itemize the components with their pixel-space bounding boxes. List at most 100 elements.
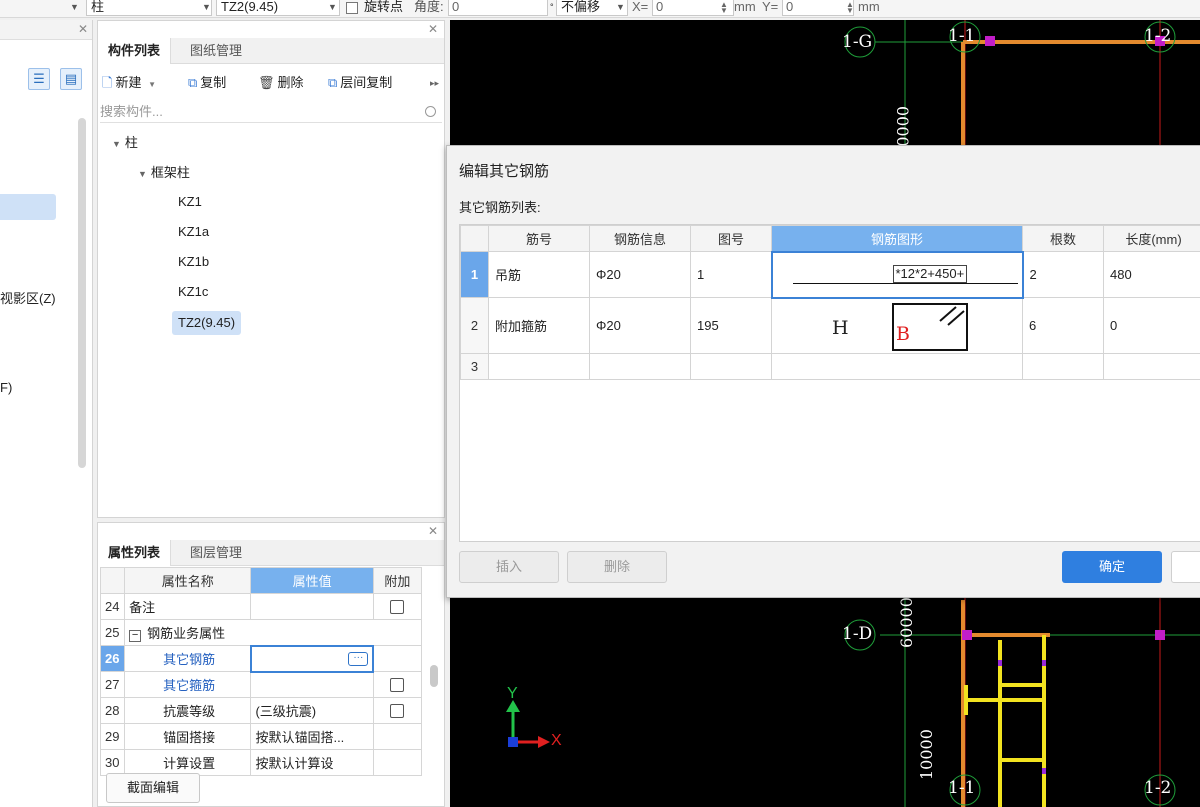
nav-item-label[interactable]: 视影区(Z) — [0, 288, 56, 307]
row-number: 25 — [99, 619, 126, 646]
row-number: 29 — [99, 723, 126, 750]
shape-formula-input[interactable]: *12*2+450+ — [892, 264, 968, 283]
ok-button[interactable]: 确定 — [1062, 551, 1162, 583]
tree-item-kz1[interactable]: KZ1 — [178, 190, 202, 214]
length-cell[interactable]: 480 — [1103, 251, 1200, 298]
bar-info-cell[interactable]: Φ20 — [589, 251, 691, 298]
cancel-button[interactable] — [1171, 551, 1200, 583]
chevron-down-icon[interactable]: ▼ — [138, 169, 147, 179]
y-unit: mm — [858, 0, 880, 14]
layer-copy-button[interactable]: ⧉ 层间复制 — [328, 73, 392, 93]
table-row[interactable]: 2 附加箍筋 Φ20 195 H B 6 0 — [460, 297, 1200, 354]
x-spinner-icon[interactable]: ▲ ▼ — [720, 1, 728, 15]
bar-info-cell[interactable] — [589, 353, 691, 380]
tab-drawing-management[interactable]: 图纸管理 — [180, 38, 252, 64]
extra-checkbox[interactable] — [390, 704, 405, 719]
bar-shape-cell[interactable]: H B — [771, 297, 1023, 354]
count-cell[interactable]: 6 — [1022, 297, 1104, 354]
degree-sign: ° — [550, 2, 554, 12]
chevron-down-icon[interactable]: ▼ — [202, 2, 211, 12]
chevron-down-icon[interactable]: ▼ — [70, 2, 79, 12]
angle-input[interactable]: 0 — [448, 0, 548, 16]
search-icon[interactable] — [425, 106, 436, 117]
tab-component-list[interactable]: 构件列表 — [98, 38, 172, 64]
property-name: 其它箍筋 — [124, 671, 252, 698]
bar-shape-cell[interactable]: *12*2+450+ — [770, 250, 1024, 299]
bar-no-cell[interactable]: 附加箍筋 — [488, 297, 590, 354]
column-marker — [1155, 630, 1165, 640]
chevron-down-icon[interactable]: ▼ — [616, 2, 625, 12]
close-icon[interactable]: ✕ — [428, 524, 438, 538]
table-row[interactable]: 25 − 钢筋业务属性 — [99, 619, 422, 646]
tree-item-kz1a[interactable]: KZ1a — [178, 220, 209, 244]
collapse-icon[interactable]: − — [129, 629, 142, 642]
list-view-icon[interactable]: ☰ — [28, 68, 50, 90]
chevron-down-icon[interactable]: ▼ — [112, 139, 121, 149]
more-arrow-icon[interactable]: ▸▸ — [430, 73, 439, 93]
vertical-scrollbar[interactable] — [78, 118, 86, 468]
tree-root-column[interactable]: ▼ 柱 — [112, 131, 138, 156]
chevron-down-icon[interactable]: ▼ — [328, 2, 337, 12]
count-cell[interactable] — [1022, 353, 1104, 380]
component-select[interactable]: TZ2(9.45) — [216, 0, 340, 16]
type-select[interactable]: 柱 — [86, 0, 212, 16]
property-value[interactable]: (三级抗震) — [250, 697, 374, 724]
tree-item-kz1c[interactable]: KZ1c — [178, 280, 208, 304]
property-value[interactable]: 按默认计算设 — [250, 749, 374, 776]
close-icon[interactable]: ✕ — [78, 22, 88, 36]
table-row[interactable]: 30 计算设置 按默认计算设 — [99, 749, 423, 776]
bar-no-cell[interactable] — [488, 353, 590, 380]
nav-item-label[interactable]: F) — [0, 380, 12, 395]
close-icon[interactable]: ✕ — [428, 22, 438, 36]
property-value[interactable] — [250, 671, 374, 698]
length-cell[interactable] — [1103, 353, 1200, 380]
selected-nav-item[interactable] — [0, 194, 56, 220]
table-row[interactable]: 26 其它钢筋 ··· — [99, 644, 423, 673]
copy-button[interactable]: ⧉ 复制 — [188, 73, 226, 93]
col-header-bar-shape: 钢筋图形 — [771, 225, 1023, 252]
figure-no-cell[interactable]: 195 — [690, 297, 772, 354]
navigation-panel: ✕ ☰ ▤ 视影区(Z) F) — [0, 20, 93, 807]
property-value[interactable]: 按默认锚固搭... — [250, 723, 374, 750]
section-edit-button[interactable]: 截面编辑 — [106, 773, 200, 803]
tree-item-tz2[interactable]: TZ2(9.45) — [172, 311, 242, 335]
table-row[interactable]: 24 备注 — [99, 593, 423, 620]
rotate-point-checkbox[interactable] — [346, 2, 358, 14]
table-row[interactable]: 1 吊筋 Φ20 1 *12*2+450+ 2 480 — [460, 250, 1200, 299]
table-row[interactable]: 3 — [460, 353, 1200, 380]
table-row[interactable]: 28 抗震等级 (三级抗震) — [99, 697, 423, 724]
property-name-link[interactable]: 其它箍筋 — [163, 678, 215, 693]
row-number: 24 — [99, 593, 126, 620]
new-button[interactable]: 🗋 新建 ▼ — [102, 73, 156, 95]
extra-checkbox[interactable] — [390, 600, 405, 615]
property-scrollbar[interactable] — [430, 665, 438, 687]
length-cell[interactable]: 0 — [1103, 297, 1200, 354]
more-icon[interactable]: ··· — [348, 651, 369, 666]
tab-layer-management[interactable]: 图层管理 — [180, 540, 252, 566]
bar-no-cell[interactable]: 吊筋 — [488, 251, 590, 298]
y-spinner-icon[interactable]: ▲ ▼ — [846, 1, 854, 15]
tree-group-frame-column[interactable]: ▼ 框架柱 — [138, 161, 190, 186]
axis-label: 1-1 — [948, 26, 976, 46]
bar-shape-cell[interactable] — [771, 353, 1023, 380]
table-row[interactable]: 27 其它箍筋 — [99, 671, 423, 698]
count-cell[interactable]: 2 — [1022, 251, 1104, 298]
edit-other-rebar-dialog: 编辑其它钢筋 其它钢筋列表: 筋号 钢筋信息 图号 钢筋图形 根数 长度(mm)… — [446, 145, 1200, 598]
chevron-down-icon[interactable]: ▼ — [148, 80, 156, 89]
property-value-editing[interactable]: ··· — [249, 644, 375, 673]
table-row[interactable]: 29 锚固搭接 按默认锚固搭... — [99, 723, 423, 750]
delete-button[interactable]: 🗑 删除 — [258, 73, 304, 93]
property-name-link[interactable]: 其它钢筋 — [163, 652, 215, 667]
property-value[interactable] — [250, 593, 374, 620]
bar-info-cell[interactable]: Φ20 — [589, 297, 691, 354]
insert-button[interactable]: 插入 — [459, 551, 559, 583]
tree-item-kz1b[interactable]: KZ1b — [178, 250, 209, 274]
extra-checkbox[interactable] — [390, 678, 405, 693]
figure-no-cell[interactable]: 1 — [690, 251, 772, 298]
delete-row-button[interactable]: 删除 — [567, 551, 667, 583]
tab-property-list[interactable]: 属性列表 — [98, 540, 172, 566]
figure-no-cell[interactable] — [690, 353, 772, 380]
component-search[interactable]: 搜索构件... — [100, 101, 442, 123]
y-input[interactable]: 0 — [782, 0, 854, 16]
detail-view-icon[interactable]: ▤ — [60, 68, 82, 90]
